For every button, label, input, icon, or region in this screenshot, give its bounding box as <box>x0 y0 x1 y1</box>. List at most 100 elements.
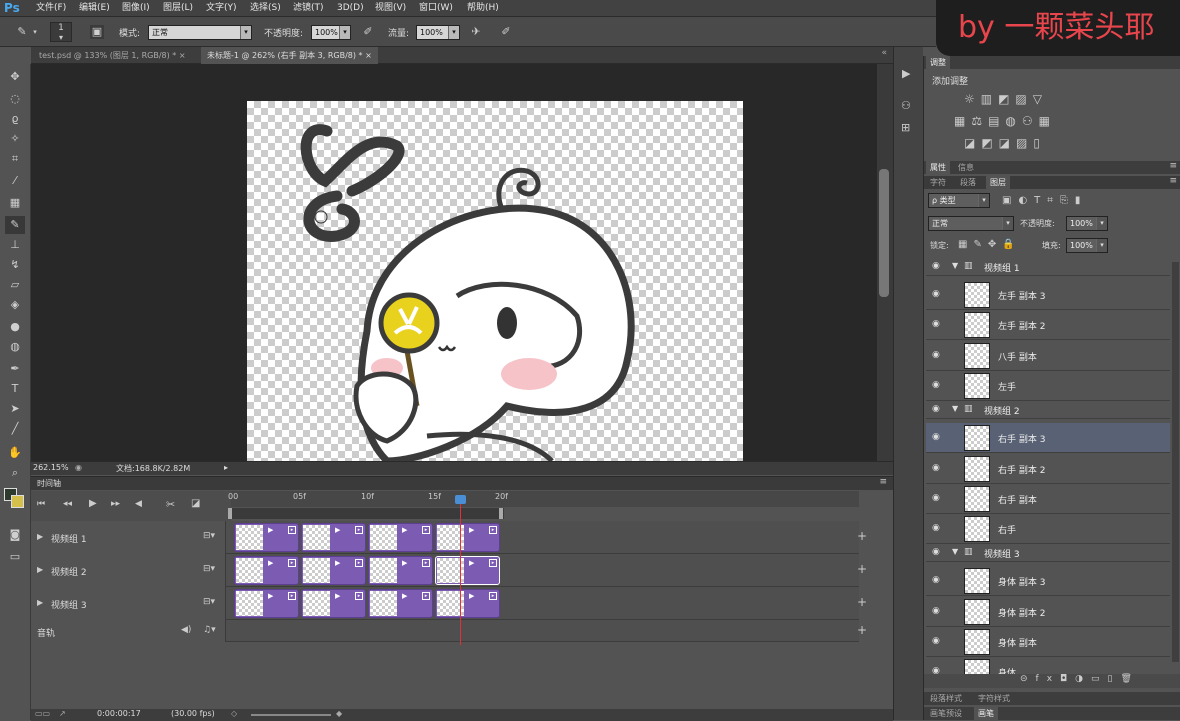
menu-item[interactable]: 图像(I) <box>122 0 150 17</box>
opacity-field[interactable]: 100% ▾ <box>311 25 351 40</box>
eye-icon[interactable]: ◉ <box>932 575 940 585</box>
video-clip[interactable]: ▶ ▸ <box>301 523 366 552</box>
eye-icon[interactable]: ◉ <box>932 493 940 503</box>
path-select-tool-icon[interactable]: ➤ <box>5 400 25 418</box>
layer-row[interactable]: ◉ 身体 副本 3 <box>926 566 1170 597</box>
layer-group[interactable]: ◉ ▼ ▥ 视频组 2 <box>926 401 1170 420</box>
add-media-icon[interactable]: + <box>857 562 867 576</box>
document-canvas[interactable] <box>247 101 743 461</box>
first-frame-icon[interactable]: ⏮ <box>37 499 45 509</box>
clip-menu-icon[interactable]: ▸ <box>355 592 363 600</box>
video-clip[interactable]: ▶ ▸ <box>234 589 299 618</box>
blur-tool-icon[interactable]: ● <box>5 318 25 336</box>
pen-tool-icon[interactable]: ✒ <box>5 360 25 378</box>
layer-row[interactable]: ◉ 身体 副本 <box>926 627 1170 657</box>
eraser-tool-icon[interactable]: ▱ <box>5 276 25 294</box>
eye-icon[interactable]: ◉ <box>932 523 940 533</box>
clip-menu-icon[interactable]: ▸ <box>489 526 497 534</box>
zoom-slider[interactable] <box>251 714 331 716</box>
zoom-readout[interactable]: 262.15% <box>33 463 69 472</box>
film-icon[interactable]: ⊟▾ <box>203 597 215 607</box>
eye-icon[interactable]: ◉ <box>932 636 940 646</box>
menu-item[interactable]: 图层(L) <box>163 0 193 17</box>
clip-play-icon[interactable]: ▶ <box>335 526 340 534</box>
expand-icon[interactable]: ▶ <box>37 532 43 541</box>
history-brush-tool-icon[interactable]: ↯ <box>5 256 25 274</box>
tab-character-styles[interactable]: 字符样式 <box>974 692 1014 705</box>
video-clip[interactable]: ▶ ▸ <box>435 589 500 618</box>
clip-play-icon[interactable]: ▶ <box>335 559 340 567</box>
layer-filter-icons[interactable]: ▣◐T⌗⎘▮ <box>1002 195 1087 206</box>
panel-menu-icon[interactable]: ≡ <box>1169 161 1177 171</box>
layers-scrollbar[interactable] <box>1172 262 1179 662</box>
work-area-end-handle[interactable] <box>499 508 503 519</box>
grid-panel-icon[interactable]: ⊞ <box>901 121 910 134</box>
background-color[interactable] <box>11 495 24 508</box>
menu-item[interactable]: 窗口(W) <box>419 0 453 17</box>
layer-row[interactable]: ◉ 右手 副本 <box>926 483 1170 514</box>
play-icon[interactable]: ▶ <box>89 498 97 509</box>
clip-play-icon[interactable]: ▶ <box>402 592 407 600</box>
expand-icon[interactable]: ▼ <box>952 261 958 270</box>
time-ruler[interactable]: 00 05f 10f 15f 20f <box>228 491 859 519</box>
play-actions-icon[interactable]: ▶ <box>902 67 910 80</box>
scroll-thumb[interactable] <box>879 169 889 297</box>
brush-panel-toggle-icon[interactable]: ▣ <box>90 25 104 39</box>
clip-menu-icon[interactable]: ▸ <box>422 592 430 600</box>
video-clip[interactable]: ▶ ▸ <box>301 556 366 585</box>
video-clip[interactable]: ▶ ▸ <box>435 556 500 585</box>
expand-icon[interactable]: ▶ <box>37 598 43 607</box>
clip-play-icon[interactable]: ▶ <box>335 592 340 600</box>
clip-menu-icon[interactable]: ▸ <box>422 559 430 567</box>
close-icon[interactable]: × <box>365 51 372 60</box>
move-tool-icon[interactable]: ✥ <box>5 68 25 86</box>
eye-icon[interactable]: ◉ <box>932 380 940 390</box>
vertical-scrollbar[interactable] <box>877 64 893 461</box>
tab-properties[interactable]: 属性 <box>926 161 950 174</box>
eye-icon[interactable]: ◉ <box>932 666 940 674</box>
eye-icon[interactable]: ◉ <box>932 261 940 271</box>
blend-mode-select[interactable]: 正常 ▾ <box>928 216 1014 231</box>
layer-row[interactable]: ◉ 右手 副本 3 <box>926 423 1170 454</box>
close-icon[interactable]: × <box>179 51 186 60</box>
expand-icon[interactable]: ▼ <box>952 547 958 556</box>
clip-play-icon[interactable]: ▶ <box>268 526 273 534</box>
type-tool-icon[interactable]: T <box>5 380 25 398</box>
video-clip[interactable]: ▶ ▸ <box>301 589 366 618</box>
collapse-icon[interactable]: « <box>881 48 887 58</box>
clip-play-icon[interactable]: ▶ <box>469 559 474 567</box>
menu-item[interactable]: 3D(D) <box>337 0 364 17</box>
eye-icon[interactable]: ◉ <box>932 289 940 299</box>
dodge-tool-icon[interactable]: ◍ <box>5 338 25 356</box>
clip-menu-icon[interactable]: ▸ <box>355 526 363 534</box>
tab-brush-presets[interactable]: 画笔预设 <box>926 707 966 720</box>
clip-play-icon[interactable]: ▶ <box>469 592 474 600</box>
eyedropper-tool-icon[interactable]: ⁄ <box>5 172 25 190</box>
pressure-opacity-icon[interactable]: ✐ <box>360 25 376 39</box>
layer-row[interactable]: ◉ 八手 副本 <box>926 340 1170 371</box>
clip-menu-icon[interactable]: ▸ <box>489 559 497 567</box>
menu-item[interactable]: 帮助(H) <box>467 0 499 17</box>
layers-list[interactable]: ◉ ▼ ▥ 视频组 1 ◉ 左手 副本 3 ◉ 左手 副本 2 ◉ 八手 副本 ◉ 左手 ◉ ▼ ▥ 视频组 … <box>924 258 1180 674</box>
adjustment-icons-row2[interactable]: ▦⚖▤◍⚇▦ <box>954 114 1056 128</box>
clip-menu-icon[interactable]: ▸ <box>422 526 430 534</box>
add-audio-icon[interactable]: + <box>857 623 867 637</box>
tab-brush[interactable]: 画笔 <box>974 707 998 720</box>
layer-row[interactable]: ◉ 身体 副本 2 <box>926 596 1170 627</box>
quick-mask-icon[interactable]: ◙ <box>5 526 25 544</box>
mode-select[interactable]: 正常 ▾ <box>148 25 252 40</box>
brush-tool-icon[interactable]: ✎ <box>14 25 30 39</box>
video-clip[interactable]: ▶ ▸ <box>368 589 433 618</box>
layer-row[interactable]: ◉ 左手 <box>926 370 1170 401</box>
brush-size-picker[interactable]: 1 ▾ <box>50 22 72 42</box>
video-clip[interactable]: ▶ ▸ <box>368 523 433 552</box>
clip-play-icon[interactable]: ▶ <box>268 592 273 600</box>
work-area-start-handle[interactable] <box>228 508 232 519</box>
clip-menu-icon[interactable]: ▸ <box>288 592 296 600</box>
quick-select-tool-icon[interactable]: ✧ <box>5 130 25 148</box>
work-area-bar[interactable] <box>228 508 504 519</box>
status-arrow-icon[interactable]: ▸ <box>224 463 228 472</box>
menu-item[interactable]: 文件(F) <box>36 0 66 17</box>
tab-info[interactable]: 信息 <box>954 161 978 174</box>
clip-play-icon[interactable]: ▶ <box>469 526 474 534</box>
